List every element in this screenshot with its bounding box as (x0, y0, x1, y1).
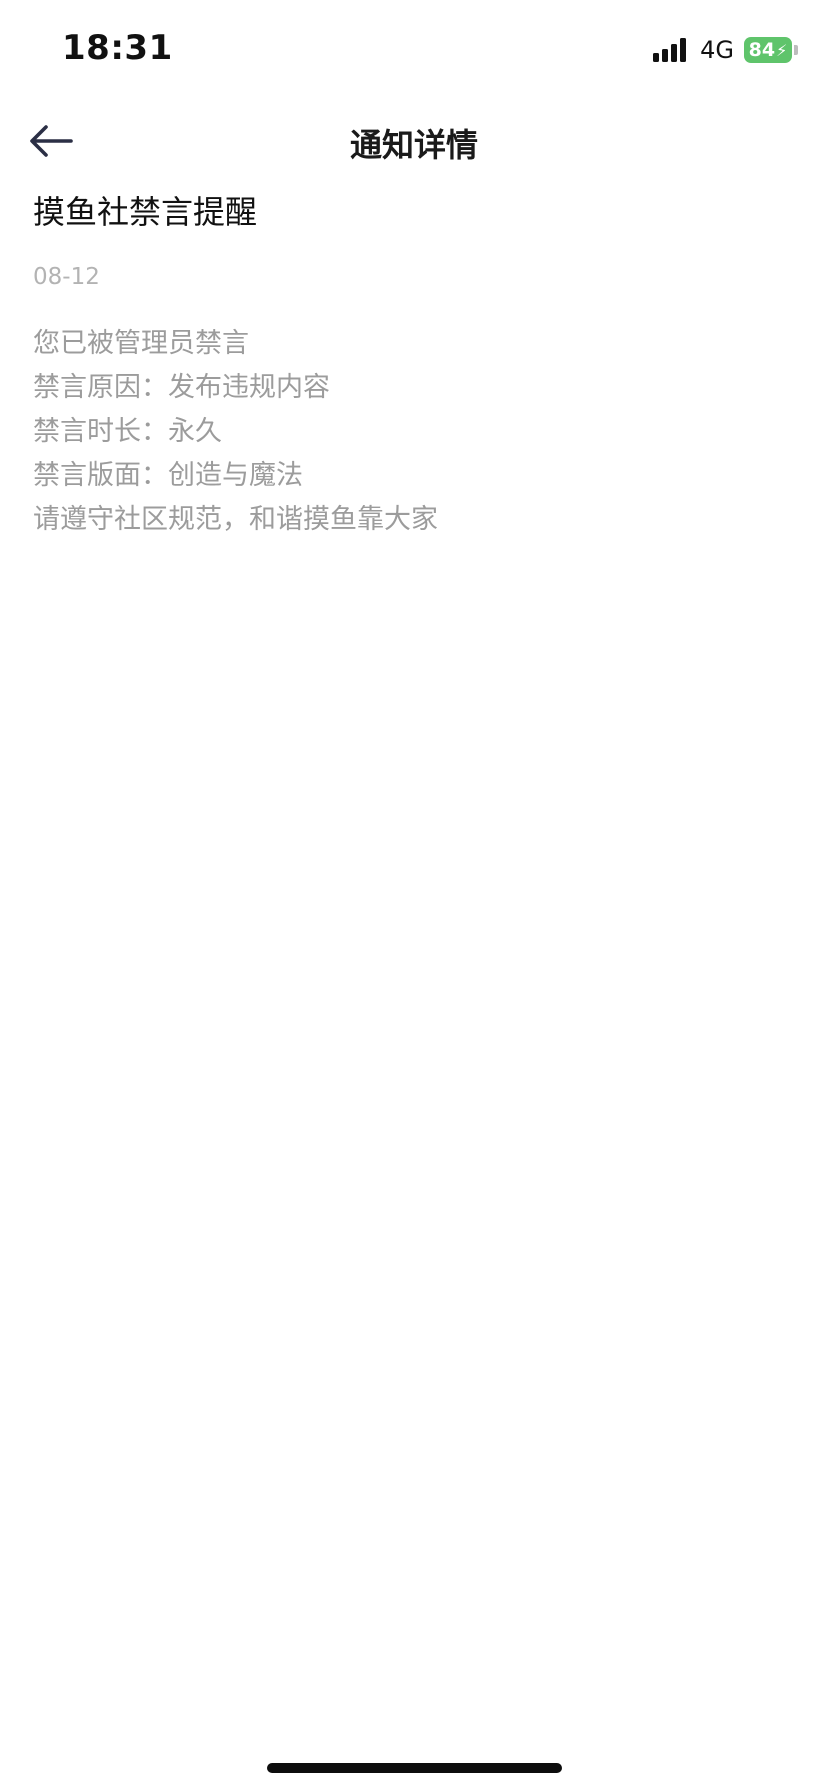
charging-bolt-icon: ⚡ (776, 40, 788, 60)
battery-cap (794, 45, 798, 55)
notice-line: 禁言原因：发布违规内容 (33, 372, 330, 403)
cellular-signal-icon (653, 38, 687, 62)
status-time: 18:31 (62, 28, 173, 68)
status-bar: 18:31 4G 84 ⚡ (0, 0, 828, 100)
home-indicator[interactable] (267, 1763, 562, 1773)
notice-line: 禁言时长：永久 (33, 416, 222, 447)
notification-detail-page: 18:31 4G 84 ⚡ 通知详情 摸鱼社禁言提醒 08-12 您已被管理员禁言… (0, 0, 828, 1792)
network-type: 4G (700, 36, 734, 64)
notice-content: 摸鱼社禁言提醒 08-12 您已被管理员禁言 禁言原因：发布违规内容 禁言时长：… (33, 190, 795, 542)
notice-line: 请遵守社区规范，和谐摸鱼靠大家 (33, 504, 438, 535)
navigation-bar: 通知详情 (0, 100, 828, 180)
notice-line: 您已被管理员禁言 (33, 328, 249, 359)
notice-body: 您已被管理员禁言 禁言原因：发布违规内容 禁言时长：永久 禁言版面：创造与魔法 … (33, 322, 795, 542)
notice-date: 08-12 (33, 264, 100, 290)
notice-line: 禁言版面：创造与魔法 (33, 460, 303, 491)
status-indicators: 4G 84 ⚡ (653, 36, 798, 64)
battery-icon: 84 ⚡ (744, 37, 792, 63)
notice-title: 摸鱼社禁言提醒 (33, 193, 258, 231)
battery-level: 84 (748, 39, 776, 61)
page-title: 通知详情 (349, 126, 478, 164)
